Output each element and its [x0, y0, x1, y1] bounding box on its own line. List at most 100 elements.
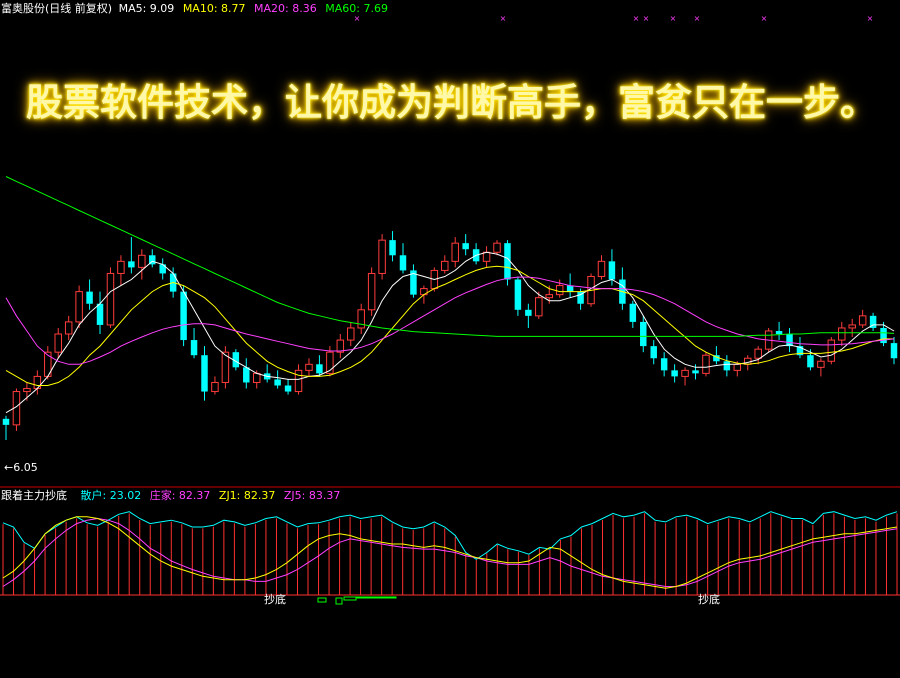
- candle-body-down: [128, 261, 135, 268]
- candle: [201, 346, 208, 401]
- candle-body-up: [858, 315, 867, 326]
- candle-body-up: [545, 294, 553, 299]
- candle: [128, 237, 135, 274]
- candle-body-down: [525, 309, 532, 316]
- candle: [211, 376, 219, 395]
- candle-body-down: [629, 303, 637, 322]
- candle-body-up: [535, 297, 543, 317]
- candle: [713, 346, 720, 365]
- candle: [817, 358, 825, 377]
- sanhu-value: 散户: 23.02: [80, 489, 142, 502]
- candle-body-up: [347, 327, 355, 341]
- zhuangjia-line: [2, 517, 898, 587]
- candle-body-up: [838, 327, 846, 341]
- candle: [263, 364, 271, 383]
- candle-body-up: [702, 354, 710, 374]
- candle-body-up: [357, 309, 365, 329]
- candle: [159, 258, 166, 280]
- candle: [316, 355, 323, 377]
- zj1-line: [2, 516, 898, 589]
- candle-body-up: [23, 388, 31, 393]
- candle-body-down: [671, 370, 678, 377]
- buy-signal-label: 抄底: [264, 593, 286, 606]
- candle-body-down: [201, 355, 208, 392]
- candle-body-up: [106, 272, 115, 326]
- stock-title: 富奥股份(日线 前复权): [1, 2, 113, 15]
- candle-body-up: [305, 363, 313, 371]
- candle: [838, 321, 846, 347]
- candle: [221, 346, 230, 389]
- candle-body-down: [96, 303, 104, 325]
- top-marker: ×: [761, 14, 768, 23]
- top-marker: ×: [867, 14, 874, 23]
- candle-body-down: [284, 385, 292, 392]
- candle-body-up: [681, 369, 689, 377]
- candle: [64, 315, 73, 341]
- candle: [462, 234, 469, 256]
- price-low-label: ←6.05: [4, 461, 38, 474]
- candle: [106, 267, 115, 328]
- candle: [367, 267, 376, 316]
- candle: [775, 321, 783, 341]
- candle: [284, 379, 292, 395]
- candle: [754, 346, 762, 365]
- candle: [149, 249, 156, 268]
- candle-body-up: [555, 285, 564, 296]
- candle: [12, 388, 21, 431]
- candle: [880, 321, 887, 347]
- candle-body-up: [117, 260, 125, 274]
- candle: [336, 334, 345, 359]
- candle: [869, 312, 877, 331]
- indicator-panel[interactable]: [0, 511, 900, 605]
- candle-body-down: [399, 255, 407, 271]
- ma20-value: MA20: 8.36: [254, 2, 317, 15]
- signal-bar: [355, 596, 397, 599]
- signal-bar: [335, 597, 343, 605]
- top-marker: ×: [633, 14, 640, 23]
- candle-body-up: [75, 291, 83, 323]
- signal-bar: [343, 596, 357, 601]
- candle-body-down: [640, 321, 647, 347]
- candle: [96, 291, 104, 335]
- candle-body-up: [733, 363, 742, 371]
- candle: [117, 255, 125, 286]
- candle-body-up: [211, 381, 219, 393]
- candle: [44, 346, 52, 380]
- candle-body-down: [723, 361, 731, 371]
- candle: [2, 415, 10, 440]
- zj5-value: ZJ5: 83.37: [283, 489, 341, 502]
- ma60-value: MA60: 7.69: [325, 2, 388, 15]
- candle-body-down: [86, 291, 93, 304]
- candle: [274, 370, 281, 389]
- candle-body-down: [660, 358, 668, 371]
- indicator-title: 跟着主力抄底: [1, 489, 67, 502]
- candle: [514, 276, 522, 316]
- candle: [890, 337, 898, 365]
- candle-body-down: [462, 243, 469, 250]
- candle-body-up: [367, 272, 376, 311]
- candle-body-down: [180, 291, 187, 341]
- candle-body-down: [190, 340, 198, 356]
- candle-body-up: [817, 360, 825, 368]
- candle: [243, 358, 250, 389]
- top-marker: ×: [694, 14, 701, 23]
- candle: [640, 315, 647, 353]
- promo-banner: 股票软件技术，让你成为判断高手，富贫只在一步。: [26, 80, 877, 124]
- zhuangjia-value: 庄家: 82.37: [149, 489, 211, 502]
- candle-body-up: [64, 321, 73, 335]
- indicator-legend: 跟着主力抄底 散户: 23.02 庄家: 82.37 ZJ1: 82.37 ZJ…: [1, 488, 340, 504]
- candle: [597, 255, 606, 280]
- zj1-value: ZJ1: 82.37: [218, 489, 276, 502]
- candle-body-up: [294, 369, 303, 393]
- candle: [681, 367, 689, 386]
- candle: [671, 364, 678, 383]
- ma5-value: MA5: 9.09: [118, 2, 175, 15]
- candle-body-up: [54, 333, 62, 353]
- candle-body-down: [566, 285, 574, 292]
- price-legend: 富奥股份(日线 前复权) MA5: 9.09 MA10: 8.77 MA20: …: [1, 1, 388, 17]
- candle: [190, 327, 198, 359]
- candle: [525, 303, 532, 328]
- candle: [86, 279, 93, 310]
- candle: [54, 327, 62, 359]
- candle: [451, 237, 459, 268]
